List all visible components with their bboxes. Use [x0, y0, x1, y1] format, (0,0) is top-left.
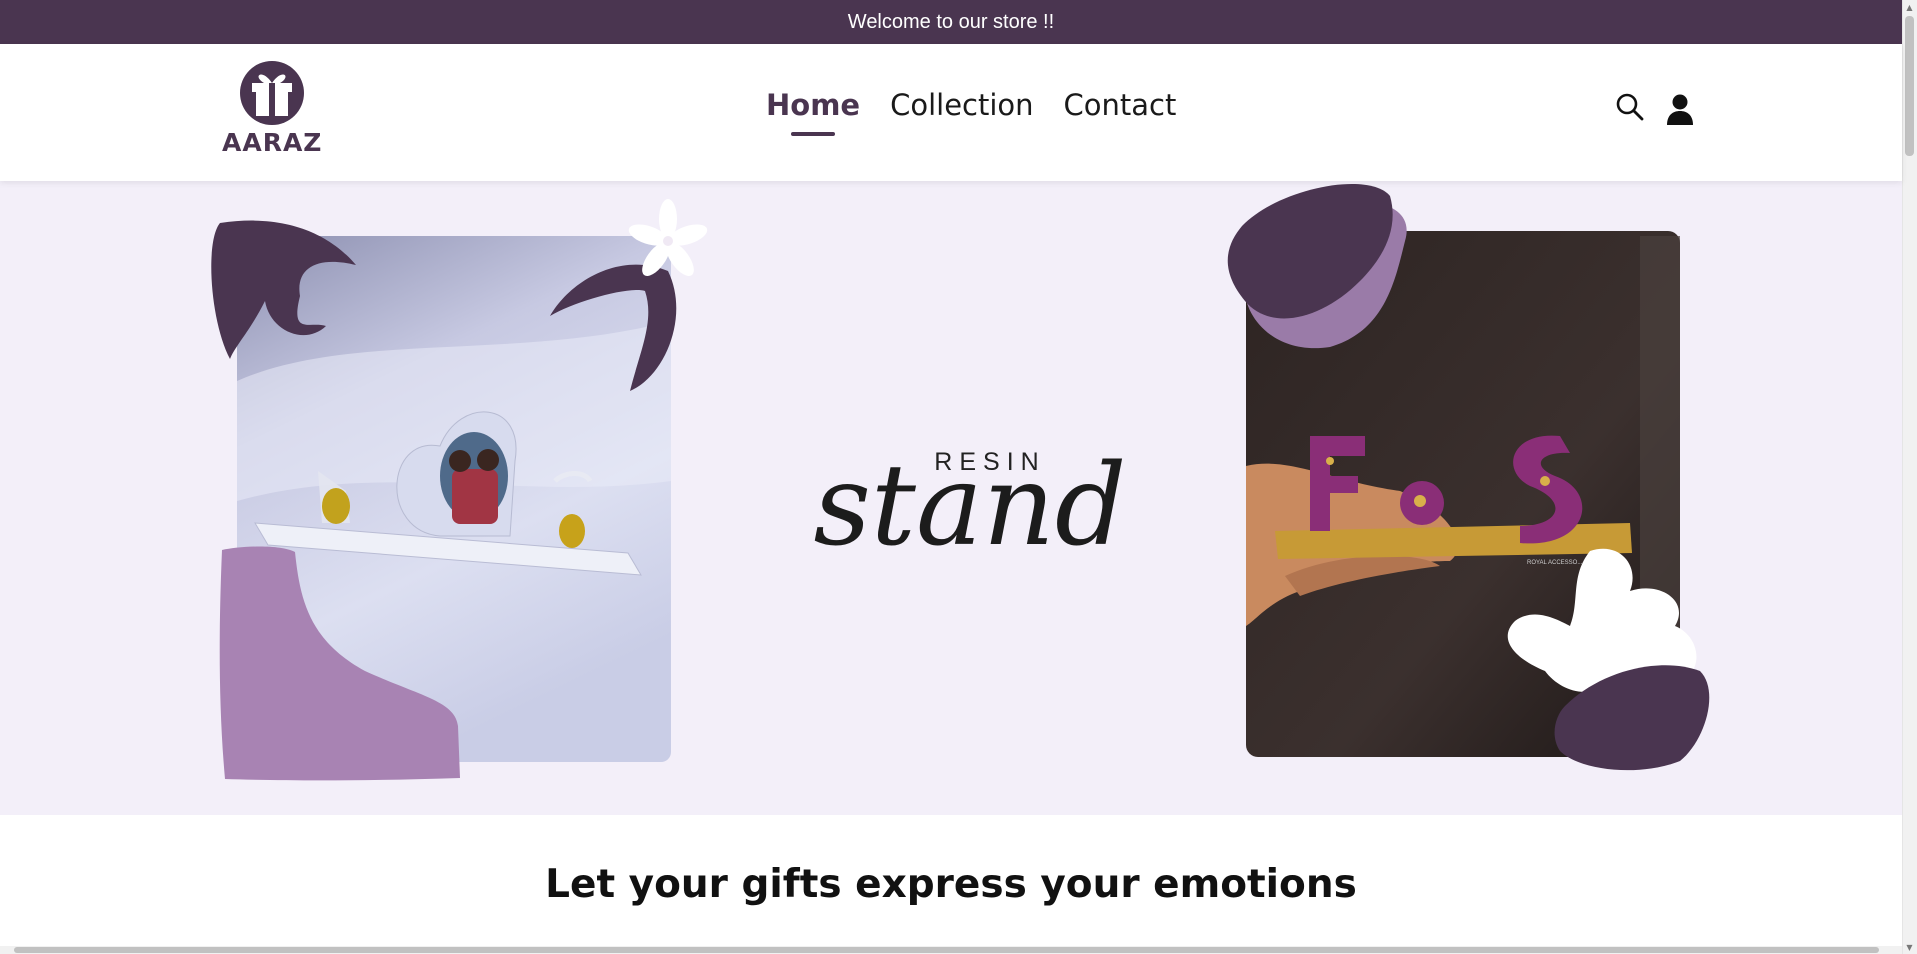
main-nav: Home Collection Contact	[766, 88, 1176, 122]
site-header: AARAZ Home Collection Contact	[0, 44, 1902, 181]
hero-banner[interactable]: ROYAL ACCESSO... RESIN stand	[0, 181, 1902, 815]
scroll-up-icon[interactable]: ▲	[1902, 0, 1917, 14]
nav-collection[interactable]: Collection	[890, 88, 1033, 122]
search-icon[interactable]	[1615, 92, 1645, 122]
vertical-scrollbar[interactable]: ▲ ▼	[1902, 0, 1917, 954]
nav-contact[interactable]: Contact	[1064, 88, 1177, 122]
section-heading: Let your gifts express your emotions	[545, 862, 1357, 907]
photo-tag-text: ROYAL ACCESSO...	[1527, 560, 1583, 566]
scroll-down-icon[interactable]: ▼	[1902, 940, 1917, 954]
vertical-scroll-thumb[interactable]	[1905, 16, 1914, 156]
nav-home[interactable]: Home	[766, 88, 860, 122]
user-icon[interactable]	[1666, 94, 1694, 126]
horizontal-scroll-thumb[interactable]	[14, 947, 1879, 953]
announcement-bar: Welcome to our store !!	[0, 0, 1902, 44]
announcement-text: Welcome to our store !!	[847, 10, 1055, 33]
horizontal-scrollbar[interactable]	[0, 946, 1902, 954]
logo-text[interactable]: AARAZ	[222, 128, 322, 157]
hero-script-text: stand	[813, 441, 1127, 571]
